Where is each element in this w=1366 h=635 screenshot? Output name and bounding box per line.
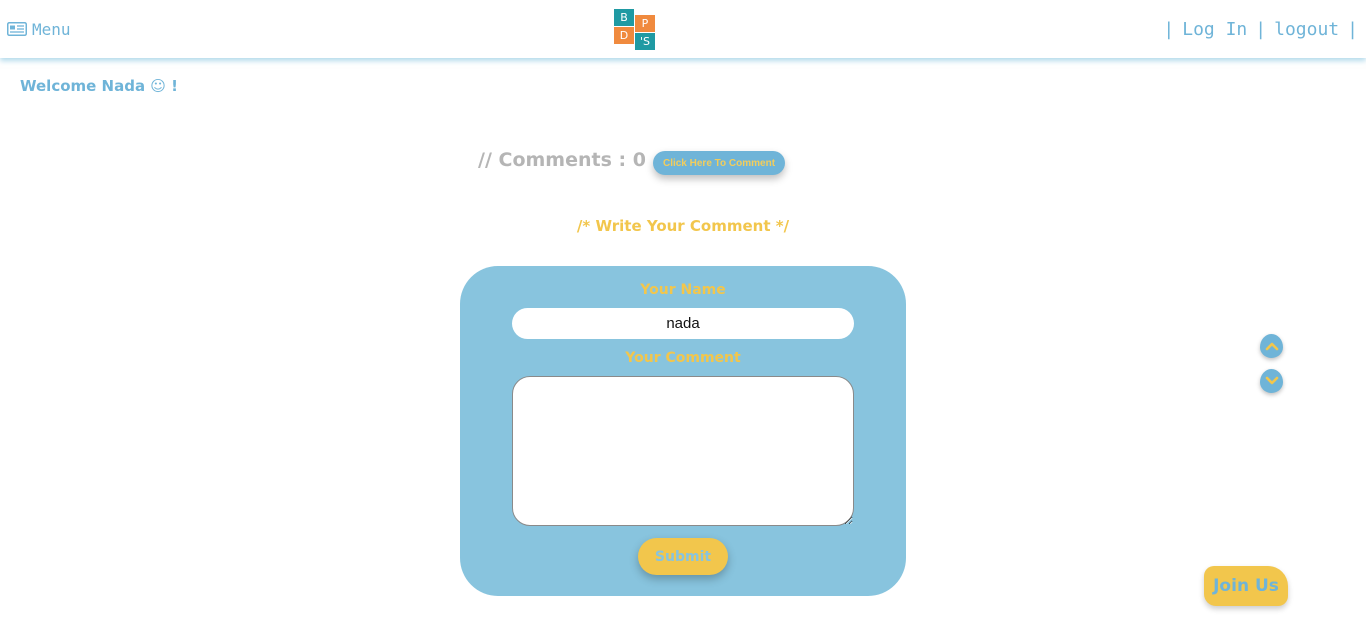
comment-form: Your Name Your Comment Submit [460, 266, 906, 596]
join-us-button[interactable]: Join Us [1204, 566, 1288, 606]
nav-separator: | [1163, 18, 1175, 40]
scroll-up-button[interactable] [1260, 334, 1283, 358]
submit-button[interactable]: Submit [638, 538, 728, 575]
chevron-down-icon [1265, 376, 1278, 385]
welcome-message: Welcome Nada ☺ ! [20, 77, 179, 95]
menu-label: Menu [32, 19, 71, 39]
comment-label: Your Comment [625, 350, 741, 366]
logo-tile-s: 'S [635, 33, 655, 50]
top-navbar: Menu B P D 'S | Log In | logout | [0, 0, 1366, 58]
name-label: Your Name [640, 282, 726, 298]
nav-separator: | [1255, 18, 1267, 40]
comment-textarea[interactable] [512, 376, 854, 526]
login-link[interactable]: Log In [1182, 19, 1247, 40]
write-comment-title: /* Write Your Comment */ [576, 217, 790, 235]
name-input[interactable] [512, 308, 854, 339]
account-nav: | Log In | logout | [1163, 18, 1358, 40]
logo-tile-d: D [614, 27, 634, 44]
comments-count: // Comments : 0 [478, 149, 646, 171]
newspaper-icon [7, 22, 27, 36]
chevron-up-icon [1265, 342, 1278, 351]
scroll-down-button[interactable] [1260, 369, 1283, 393]
open-comment-button[interactable]: Click Here To Comment [653, 151, 785, 175]
menu-button[interactable]: Menu [7, 18, 71, 40]
nav-separator: | [1347, 18, 1358, 40]
logo-tile-p: P [635, 15, 655, 32]
logout-link[interactable]: logout [1274, 19, 1339, 40]
site-logo[interactable]: B P D 'S [614, 9, 656, 55]
logo-tile-b: B [614, 9, 634, 26]
